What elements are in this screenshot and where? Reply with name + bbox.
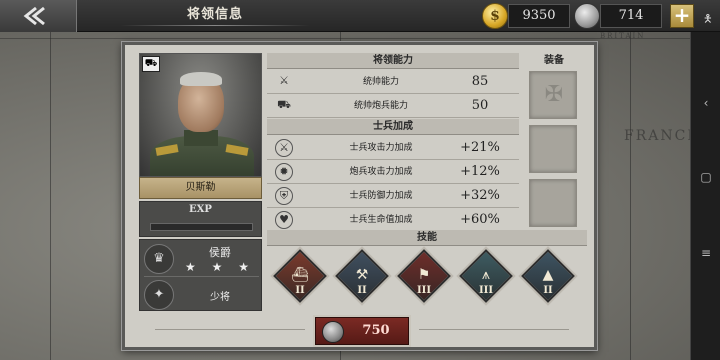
bonus-label: 士兵生命值加成 — [349, 215, 413, 225]
equipment-header: 装备 — [544, 55, 564, 66]
rank-divider — [144, 276, 259, 277]
bonus-value: +12% — [460, 164, 500, 179]
bonus-value: +60% — [460, 212, 500, 227]
bonus-label: 士兵防御力加成 — [349, 191, 413, 201]
skill-slot[interactable]: ⩚ III — [457, 249, 513, 311]
exp-box: EXP — [139, 201, 262, 237]
ship-icon: ⛴ — [291, 267, 309, 283]
page-title-wrap: 将领信息 — [120, 0, 310, 30]
menu-icon[interactable]: ≡ — [691, 246, 720, 260]
person-icon: 🯅 — [703, 12, 713, 25]
system-nav-bar: ‹ ▢ ≡ — [690, 32, 720, 360]
skills-header: 技能 — [267, 230, 587, 246]
cost-button[interactable]: 750 — [315, 317, 409, 345]
soldier-bonus-header: 士兵加成 — [267, 119, 519, 135]
map-grid-line — [0, 38, 690, 39]
skill-slot[interactable]: ⛴ II — [271, 249, 327, 311]
military-rank-icon: ✦ — [144, 280, 174, 310]
bonus-value: +32% — [460, 188, 500, 203]
general-name: 贝斯勒 — [139, 177, 262, 199]
flag-icon: ⚑ — [417, 267, 431, 283]
infantry-icon: ⚒ — [355, 267, 369, 283]
bonus-value: +21% — [460, 140, 500, 155]
ability-value: 50 — [471, 98, 489, 113]
rank-stars: ★ ★ ★ — [185, 260, 255, 274]
footer-divider — [155, 329, 305, 330]
artillery-icon: ✹ — [275, 163, 293, 181]
footer-divider — [419, 329, 569, 330]
mountain-icon: ▲ — [542, 267, 554, 283]
general-portrait: ⛟ — [139, 53, 262, 177]
general-info-panel: ⛟ 贝斯勒 EXP ♛ 侯爵 ★ ★ ★ ✦ 少将 将领能力 ⚔ 统帅能力 85… — [122, 42, 597, 350]
cannon-icon: ⛟ — [277, 98, 291, 111]
skills-area: ⛴ II ⚒ II ⚑ III ⩚ III ▲ II — [267, 247, 587, 319]
map-grid-line — [50, 32, 51, 360]
back-button[interactable] — [0, 0, 77, 32]
chevron-left-icon — [23, 6, 45, 26]
equipment-slot[interactable] — [529, 179, 577, 227]
ability-row: ⚔ 统帅能力 85 — [267, 70, 519, 94]
top-bar: 将领信息 $ 9350 714 + 🯅 — [0, 0, 720, 32]
ability-label: 统帅炮兵能力 — [353, 101, 408, 111]
heart-icon: ♥ — [275, 211, 293, 229]
military-rank: 少将 — [210, 292, 230, 303]
bonus-row: ⚔ 士兵攻击力加成 +21% — [267, 136, 519, 160]
map-label-britain: BRITAIN — [600, 32, 646, 40]
medal-icon — [574, 3, 600, 29]
equipment-slot[interactable] — [529, 125, 577, 173]
bonus-row: ♥ 士兵生命值加成 +60% — [267, 208, 519, 232]
fortification-icon: ⩚ — [482, 267, 490, 283]
skill-level: II — [357, 285, 367, 296]
map-label-france: FRANCE — [624, 128, 700, 144]
shield-icon: ⛨ — [275, 187, 293, 205]
portrait-collar — [184, 130, 218, 146]
skill-level: III — [416, 285, 432, 296]
map-grid-line — [630, 32, 631, 360]
rank-box: ♛ 侯爵 ★ ★ ★ ✦ 少将 — [139, 239, 262, 311]
add-currency-button[interactable]: + — [670, 4, 694, 28]
skill-level: II — [543, 285, 553, 296]
gold-counter: 9350 — [508, 4, 570, 28]
noble-title: 侯爵 — [209, 246, 231, 259]
gold-coin-icon: $ — [482, 3, 508, 29]
skill-level: III — [478, 285, 494, 296]
portrait-hair — [180, 72, 222, 86]
skill-slot[interactable]: ⚑ III — [395, 249, 451, 311]
cost-value: 750 — [362, 323, 390, 338]
title-underline — [120, 25, 310, 26]
ability-label: 统帅能力 — [362, 77, 399, 87]
medal-cross-icon: ✠ — [544, 82, 564, 107]
sword-icon: ⚔ — [275, 139, 293, 157]
bonus-row: ⛨ 士兵防御力加成 +32% — [267, 184, 519, 208]
bonus-row: ✹ 炮兵攻击力加成 +12% — [267, 160, 519, 184]
noble-rank-icon: ♛ — [144, 244, 174, 274]
skill-slot[interactable]: ⚒ II — [333, 249, 389, 311]
ability-value: 85 — [471, 74, 489, 89]
skill-level: II — [295, 285, 305, 296]
bonus-label: 炮兵攻击力加成 — [349, 167, 413, 177]
bonus-label: 士兵攻击力加成 — [349, 143, 413, 153]
skill-slot[interactable]: ▲ II — [519, 249, 575, 311]
crossed-swords-icon: ⚔ — [279, 74, 289, 87]
square-icon[interactable]: ▢ — [691, 170, 720, 184]
medal-icon — [322, 321, 344, 343]
equipment-slot[interactable]: ✠ — [529, 71, 577, 119]
artillery-badge-icon: ⛟ — [142, 56, 160, 72]
abilities-header: 将领能力 — [267, 53, 519, 69]
ability-row: ⛟ 统帅炮兵能力 50 — [267, 94, 519, 118]
exp-bar — [150, 223, 253, 231]
exp-label: EXP — [189, 204, 212, 215]
medal-counter: 714 — [600, 4, 662, 28]
chevron-left-icon[interactable]: ‹ — [691, 96, 720, 110]
